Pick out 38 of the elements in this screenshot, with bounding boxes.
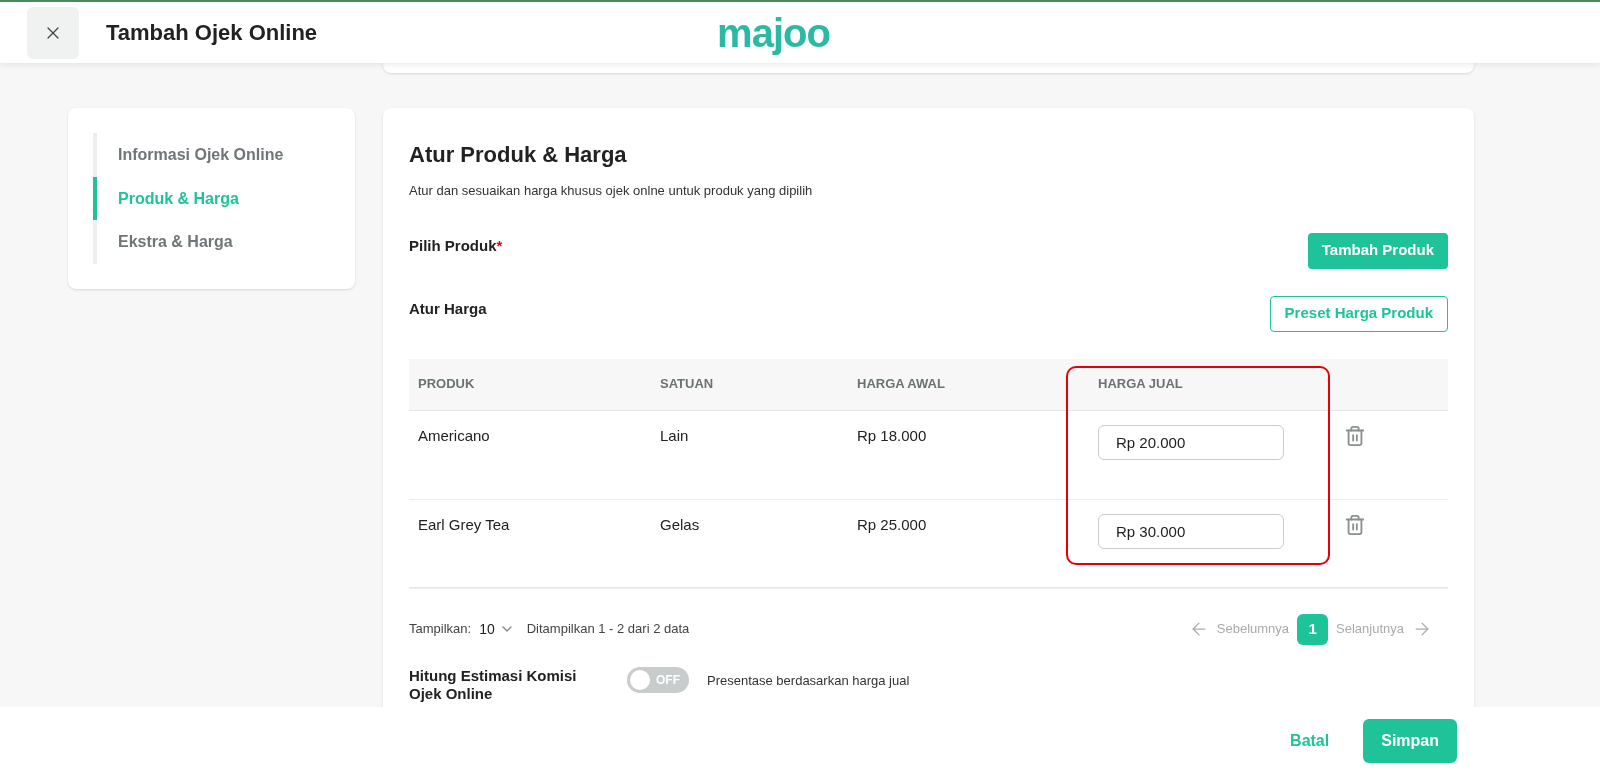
- prev-page-link[interactable]: Sebelumnya: [1216, 619, 1290, 639]
- page-size-label: Tampilkan:: [409, 620, 472, 639]
- data-summary: Ditampilkan 1 - 2 dari 2 data: [526, 620, 690, 639]
- section-title: Atur Produk & Harga: [409, 141, 628, 169]
- trash-icon: [1344, 424, 1366, 447]
- commission-description: Presentase berdasarkan harga jual: [707, 671, 910, 690]
- table-cell-text: Americano: [417, 425, 491, 446]
- table-cell-text: Lain: [659, 425, 690, 446]
- column-header: SATUAN: [659, 375, 715, 394]
- table-cell-text: Rp 18.000: [856, 425, 928, 446]
- delete-button[interactable]: [1344, 513, 1366, 536]
- delete-button[interactable]: [1344, 424, 1366, 447]
- next-page-link[interactable]: Selanjutnya: [1336, 619, 1404, 639]
- field-label: Pilih Produk*: [409, 235, 503, 256]
- table-cell-text: Gelas: [659, 514, 701, 535]
- page-size-select[interactable]: 10: [479, 618, 515, 640]
- step-link[interactable]: Produk & Harga: [93, 176, 355, 221]
- preset-price-button[interactable]: Preset Harga Produk: [1269, 295, 1448, 332]
- page-number-button[interactable]: 1: [1297, 613, 1329, 645]
- price-input[interactable]: Rp 20.000: [1098, 424, 1284, 460]
- column-header: HARGA AWAL: [856, 375, 946, 394]
- page-title: Tambah Ojek Online: [106, 19, 318, 47]
- field-label: Hitung Estimasi Komisi Ojek Online: [409, 666, 578, 703]
- table-cell-text: Rp 25.000: [856, 514, 928, 535]
- section-subtitle: Atur dan sesuaikan harga khusus ojek onlne untuk produk yang dipilih: [409, 182, 814, 200]
- field-label: Atur Harga: [409, 298, 487, 319]
- trash-icon: [1344, 513, 1366, 536]
- table-cell-text: Earl Grey Tea: [417, 514, 511, 535]
- column-header: HARGA JUAL: [1097, 375, 1184, 394]
- logo: majoo: [717, 12, 830, 53]
- cancel-button[interactable]: Batal: [1290, 728, 1330, 753]
- price-input[interactable]: Rp 30.000: [1098, 513, 1284, 549]
- close-button[interactable]: [27, 6, 79, 59]
- column-header: PRODUK: [417, 375, 476, 394]
- step-link[interactable]: Informasi Ojek Online: [93, 133, 355, 177]
- save-button[interactable]: Simpan: [1363, 718, 1457, 763]
- step-link[interactable]: Ekstra & Harga: [93, 220, 355, 264]
- add-product-button[interactable]: Tambah Produk: [1307, 232, 1448, 269]
